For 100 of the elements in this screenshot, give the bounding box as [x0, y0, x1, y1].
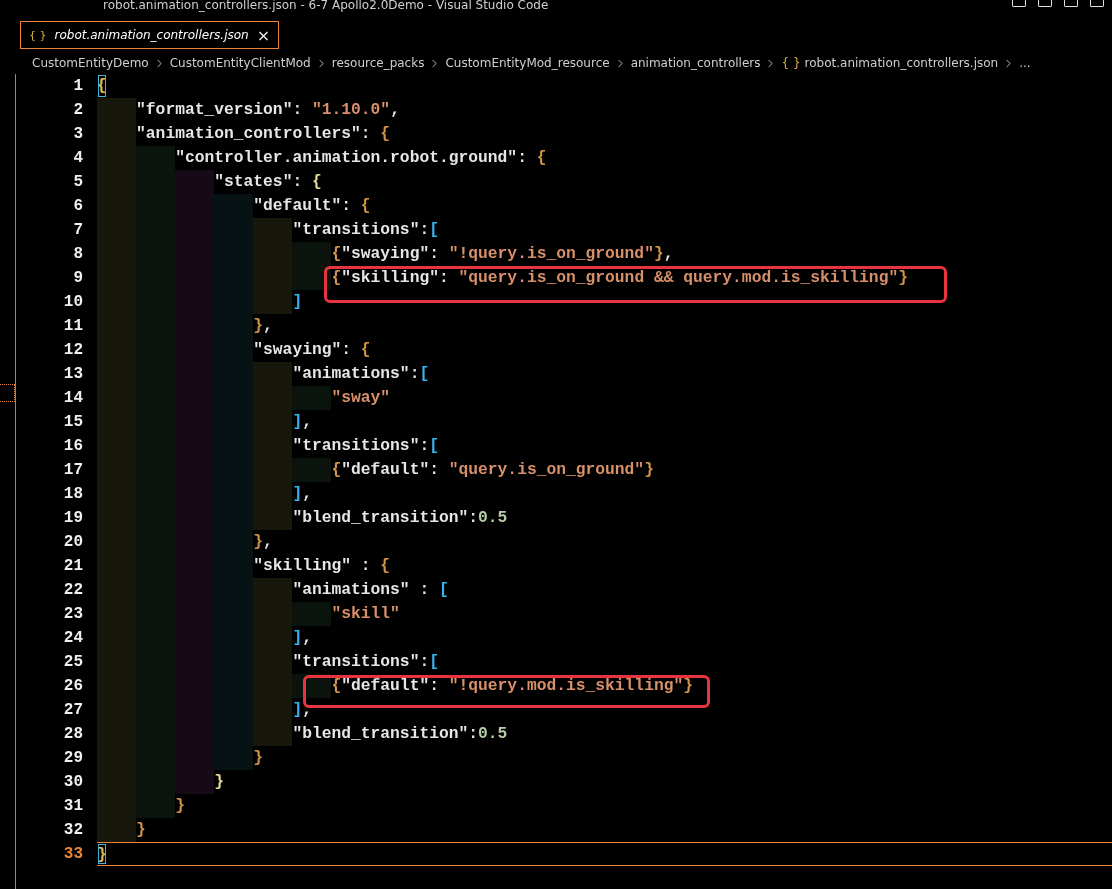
line-number: 5 [73, 172, 83, 193]
code-token: } [653, 243, 664, 265]
line-number: 33 [63, 844, 83, 865]
code-token: "format_version" [136, 99, 293, 121]
breadcrumb-item[interactable]: ... [1019, 56, 1031, 70]
line-number: 11 [63, 316, 83, 337]
code-token: "animation_controllers" [136, 123, 361, 145]
breadcrumb-item[interactable]: robot.animation_controllers.json [804, 56, 999, 70]
line-number: 27 [63, 700, 83, 721]
line-number: 17 [63, 460, 83, 481]
line-number: 13 [63, 364, 83, 385]
code-token: : [438, 267, 450, 289]
code-token: { [536, 147, 547, 169]
line-number: 4 [73, 148, 83, 169]
code-token: } [253, 315, 264, 337]
line-number: 3 [73, 124, 83, 145]
line-number: 6 [73, 196, 83, 217]
code-token: { [97, 74, 107, 98]
line-number: 31 [63, 796, 83, 817]
line-number: 1 [73, 76, 83, 97]
code-token: "default" [341, 675, 430, 697]
code-token: "!query.is_on_ground" [448, 243, 654, 265]
code-token: "skill" [331, 603, 400, 625]
code-token: [ [429, 651, 439, 673]
code-token: "transitions" [292, 435, 420, 457]
code-token: { [360, 195, 371, 217]
code-token: } [175, 795, 185, 817]
code-token: [ [429, 219, 439, 241]
line-number: 18 [63, 484, 83, 505]
line-number: 14 [63, 388, 83, 409]
code-token: { [380, 123, 391, 145]
code-token: [ [419, 363, 430, 385]
code-token: { [331, 243, 342, 265]
code-token: , [390, 99, 400, 121]
code-token: , [663, 243, 674, 265]
line-number: 22 [63, 580, 83, 601]
code-token: : [468, 723, 479, 745]
line-number: 12 [63, 340, 83, 361]
code-token: "transitions" [292, 651, 420, 673]
code-token: 0.5 [478, 723, 508, 745]
code-token: { [311, 171, 322, 193]
code-token: } [683, 675, 693, 697]
code-token: } [253, 531, 264, 553]
json-file-icon: { } [781, 56, 801, 70]
code-token: } [898, 267, 908, 289]
json-file-icon: { } [29, 28, 47, 42]
line-number: 9 [73, 268, 83, 289]
line-number: 30 [63, 772, 83, 793]
code-token: 0.5 [478, 507, 508, 529]
code-token: ] [292, 291, 303, 313]
line-number: 29 [63, 748, 83, 769]
line-number: 32 [63, 820, 83, 841]
code-token: "default" [341, 459, 430, 481]
code-token: , [302, 627, 312, 649]
code-token: : [429, 243, 440, 265]
line-number: 10 [63, 292, 83, 313]
code-token: { [331, 267, 342, 289]
code-token: : [419, 435, 430, 457]
code-token: : [517, 147, 528, 169]
breadcrumb-item[interactable]: resource_packs [331, 56, 425, 70]
line-number: 25 [63, 652, 83, 673]
code-token: { [380, 555, 391, 577]
code-token: "1.10.0" [311, 99, 391, 121]
line-number: 26 [63, 676, 83, 697]
code-token: [ [429, 435, 439, 457]
code-token: [ [438, 579, 449, 601]
code-token: , [302, 483, 312, 505]
code-token: , [302, 699, 312, 721]
line-number: 15 [63, 412, 83, 433]
code-token: "skilling" [253, 555, 352, 577]
code-token: : [360, 123, 372, 145]
code-token: } [97, 843, 107, 865]
code-token: : [429, 459, 440, 481]
code-token: : [419, 651, 430, 673]
line-number: 20 [63, 532, 83, 553]
code-token: : [409, 363, 420, 385]
focus-marker [0, 384, 15, 402]
code-token: "default" [253, 195, 342, 217]
code-token: : [292, 99, 304, 121]
breadcrumb-item[interactable]: CustomEntityMod_resource [445, 56, 610, 70]
code-token: { [360, 339, 371, 361]
code-token: ] [292, 483, 303, 505]
line-number: 7 [73, 220, 83, 241]
close-icon[interactable]: × [256, 25, 271, 45]
code-token: : [341, 339, 353, 361]
line-number: 21 [63, 556, 83, 577]
code-token: "swaying" [253, 339, 342, 361]
code-token: } [253, 747, 264, 769]
editor-tab[interactable]: { } robot.animation_controllers.json × [20, 21, 280, 49]
breadcrumb-item[interactable]: animation_controllers [630, 56, 761, 70]
line-number: 16 [63, 436, 83, 457]
code-token: ] [292, 411, 303, 433]
window-title: robot.animation_controllers.json - 6-7 Apollo2.0Demo - Visual Studio Code [103, 0, 549, 12]
code-token: : [418, 579, 431, 601]
breadcrumb-item[interactable]: CustomEntityDemo [32, 56, 149, 70]
breadcrumb-item[interactable]: CustomEntityClientMod [169, 56, 311, 70]
code-token: ] [292, 699, 303, 721]
code-token: : [468, 507, 479, 529]
code-token: : [292, 171, 304, 193]
code-token: "!query.mod.is_skilling" [448, 675, 684, 697]
